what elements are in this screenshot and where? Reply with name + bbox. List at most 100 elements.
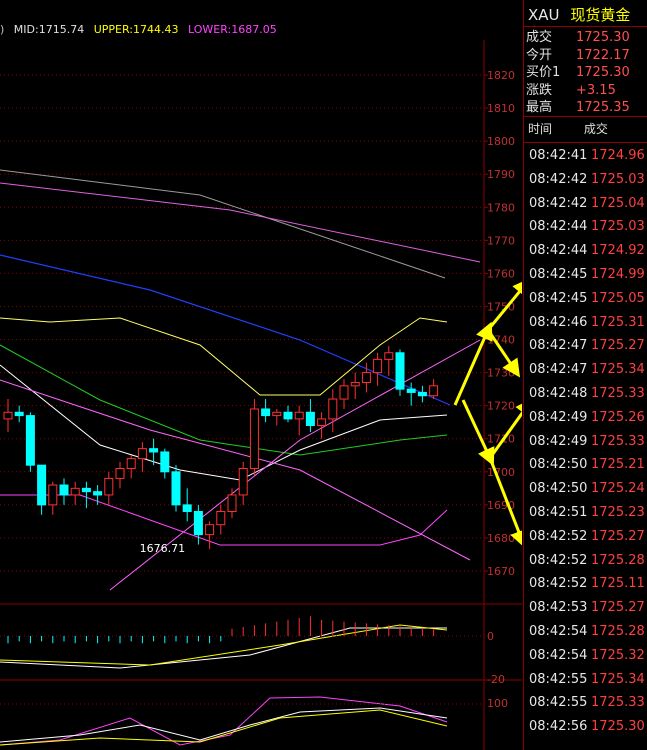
legend-mid: MID:1715.74 bbox=[13, 23, 85, 36]
quote-value: 1725.30 bbox=[576, 65, 630, 80]
candle-down bbox=[93, 491, 103, 496]
candle-down bbox=[37, 464, 47, 506]
price-tick-label: 1700 bbox=[487, 466, 515, 479]
tick-time: 08:42:49 bbox=[529, 433, 588, 449]
tick-time: 08:42:53 bbox=[529, 600, 588, 616]
quote-row: 最高 1725.35 bbox=[526, 98, 630, 117]
tick-price: 1725.05 bbox=[591, 290, 645, 306]
tick-row: 08:42:54 1725.32 bbox=[529, 644, 645, 668]
tick-row: 08:42:42 1725.04 bbox=[529, 192, 645, 216]
candle-up bbox=[339, 385, 349, 400]
price-tick-label: 1680 bbox=[487, 532, 515, 545]
candle-down bbox=[182, 504, 192, 512]
legend-lower: LOWER:1687.05 bbox=[187, 23, 277, 36]
candle-down bbox=[25, 415, 35, 466]
tick-row: 08:42:45 1724.99 bbox=[529, 263, 645, 287]
tick-time: 08:42:55 bbox=[529, 671, 588, 687]
candle-up bbox=[115, 467, 125, 479]
tick-row: 08:42:55 1725.33 bbox=[529, 691, 645, 715]
tick-price: 1724.92 bbox=[591, 243, 645, 259]
tick-time: 08:42:49 bbox=[529, 409, 588, 425]
tick-time: 08:42:45 bbox=[529, 267, 588, 282]
candle-down bbox=[283, 411, 293, 420]
ma-long-gray bbox=[0, 169, 446, 279]
annotation-arrow bbox=[488, 397, 522, 459]
chart-area[interactable]: 1676.71 1820 1810 1800 1790 1780 1770 1760 1750… bbox=[0, 0, 522, 750]
candle-up bbox=[350, 382, 360, 387]
tick-row: 08:42:44 1724.92 bbox=[529, 239, 645, 263]
candle-up bbox=[429, 385, 439, 397]
tick-time: 08:42:41 bbox=[529, 148, 588, 163]
low-price-label: 1676.71 bbox=[140, 542, 186, 555]
candle-up bbox=[272, 411, 282, 417]
symbol-name: 现货黄金 bbox=[570, 6, 631, 24]
kdj-line bbox=[0, 707, 448, 743]
tick-time: 08:42:52 bbox=[529, 528, 588, 544]
tick-price: 1725.03 bbox=[591, 219, 645, 235]
rsi-tick-label: 100 bbox=[487, 697, 508, 710]
rsi-line bbox=[0, 696, 448, 746]
tick-row: 08:42:47 1725.27 bbox=[529, 334, 645, 358]
kline-chart[interactable]: 1676.71 18201810180017901780177017601750… bbox=[0, 0, 522, 750]
sub-indicators: 0 -20 100 bbox=[0, 616, 508, 710]
quote-row: 买价1 1725.30 bbox=[526, 63, 630, 82]
quote-label: 今开 bbox=[526, 47, 553, 63]
tick-time: 08:42:56 bbox=[529, 719, 588, 735]
trend-line-upper bbox=[0, 379, 471, 561]
symbol-title: XAU 现货黄金 bbox=[528, 4, 630, 25]
bollinger-legend: ) MID:1715.74 UPPER:1744.43 LOWER:1687.0… bbox=[0, 23, 283, 36]
tick-price: 1725.24 bbox=[591, 481, 645, 497]
candle-down bbox=[193, 510, 203, 536]
annotation-arrow bbox=[453, 321, 493, 406]
tick-row: 08:42:50 1725.21 bbox=[529, 453, 645, 477]
candle-up bbox=[294, 411, 304, 420]
tick-row: 08:42:50 1725.24 bbox=[529, 477, 645, 501]
tick-row: 08:42:48 1725.33 bbox=[529, 382, 645, 406]
macd-tick-label: 0 bbox=[487, 630, 494, 643]
tick-price: 1725.33 bbox=[591, 695, 645, 711]
tick-price: 1725.32 bbox=[591, 647, 645, 663]
quote-row: 成交 1725.30 bbox=[526, 28, 630, 47]
tick-price: 1725.21 bbox=[591, 457, 645, 473]
tick-price: 1725.34 bbox=[591, 362, 645, 378]
candle-up bbox=[249, 408, 259, 469]
tick-time: 08:42:45 bbox=[529, 290, 588, 306]
tick-time: 08:42:50 bbox=[529, 457, 588, 473]
quote-value: +3.15 bbox=[576, 82, 616, 98]
tick-price: 1725.03 bbox=[591, 171, 645, 187]
tick-price: 1725.27 bbox=[591, 600, 645, 616]
price-tick-label: 1820 bbox=[487, 69, 515, 82]
symbol-code: XAU bbox=[528, 6, 560, 24]
price-tick-label: 1780 bbox=[487, 201, 515, 214]
tick-row: 08:42:51 1725.23 bbox=[529, 501, 645, 525]
candle-down bbox=[81, 487, 91, 493]
ticks-header-time: 时间 bbox=[528, 122, 553, 136]
tick-time: 08:42:47 bbox=[529, 362, 588, 378]
tick-time: 08:42:44 bbox=[529, 243, 588, 259]
price-tick-label: 1720 bbox=[487, 400, 515, 413]
tick-time: 08:42:44 bbox=[529, 219, 588, 235]
quote-label: 买价1 bbox=[526, 65, 561, 80]
tick-price: 1725.33 bbox=[591, 386, 645, 401]
tick-row: 08:42:54 1725.28 bbox=[529, 620, 645, 644]
candle-up bbox=[137, 448, 147, 460]
candle-down bbox=[261, 408, 271, 417]
tick-price: 1725.34 bbox=[591, 671, 645, 687]
candle-down bbox=[14, 411, 24, 417]
tick-row: 08:42:41 1724.96 bbox=[529, 144, 645, 168]
quote-label: 涨跌 bbox=[526, 82, 553, 98]
tick-row: 08:42:44 1725.03 bbox=[529, 215, 645, 239]
macd-tick-label: -20 bbox=[487, 673, 505, 686]
indicator-lines bbox=[0, 169, 481, 746]
candle-up bbox=[216, 510, 226, 526]
divider bbox=[524, 142, 647, 143]
candle-up bbox=[126, 458, 136, 469]
candle-up bbox=[238, 467, 248, 496]
tick-row: 08:42:47 1725.34 bbox=[529, 358, 645, 382]
kdj-line-2 bbox=[0, 709, 448, 746]
candle-down bbox=[160, 451, 170, 473]
tick-time: 08:42:46 bbox=[529, 314, 588, 330]
candle-up bbox=[317, 418, 327, 427]
candle-up bbox=[361, 372, 371, 384]
quote-value: 1722.17 bbox=[576, 47, 630, 63]
